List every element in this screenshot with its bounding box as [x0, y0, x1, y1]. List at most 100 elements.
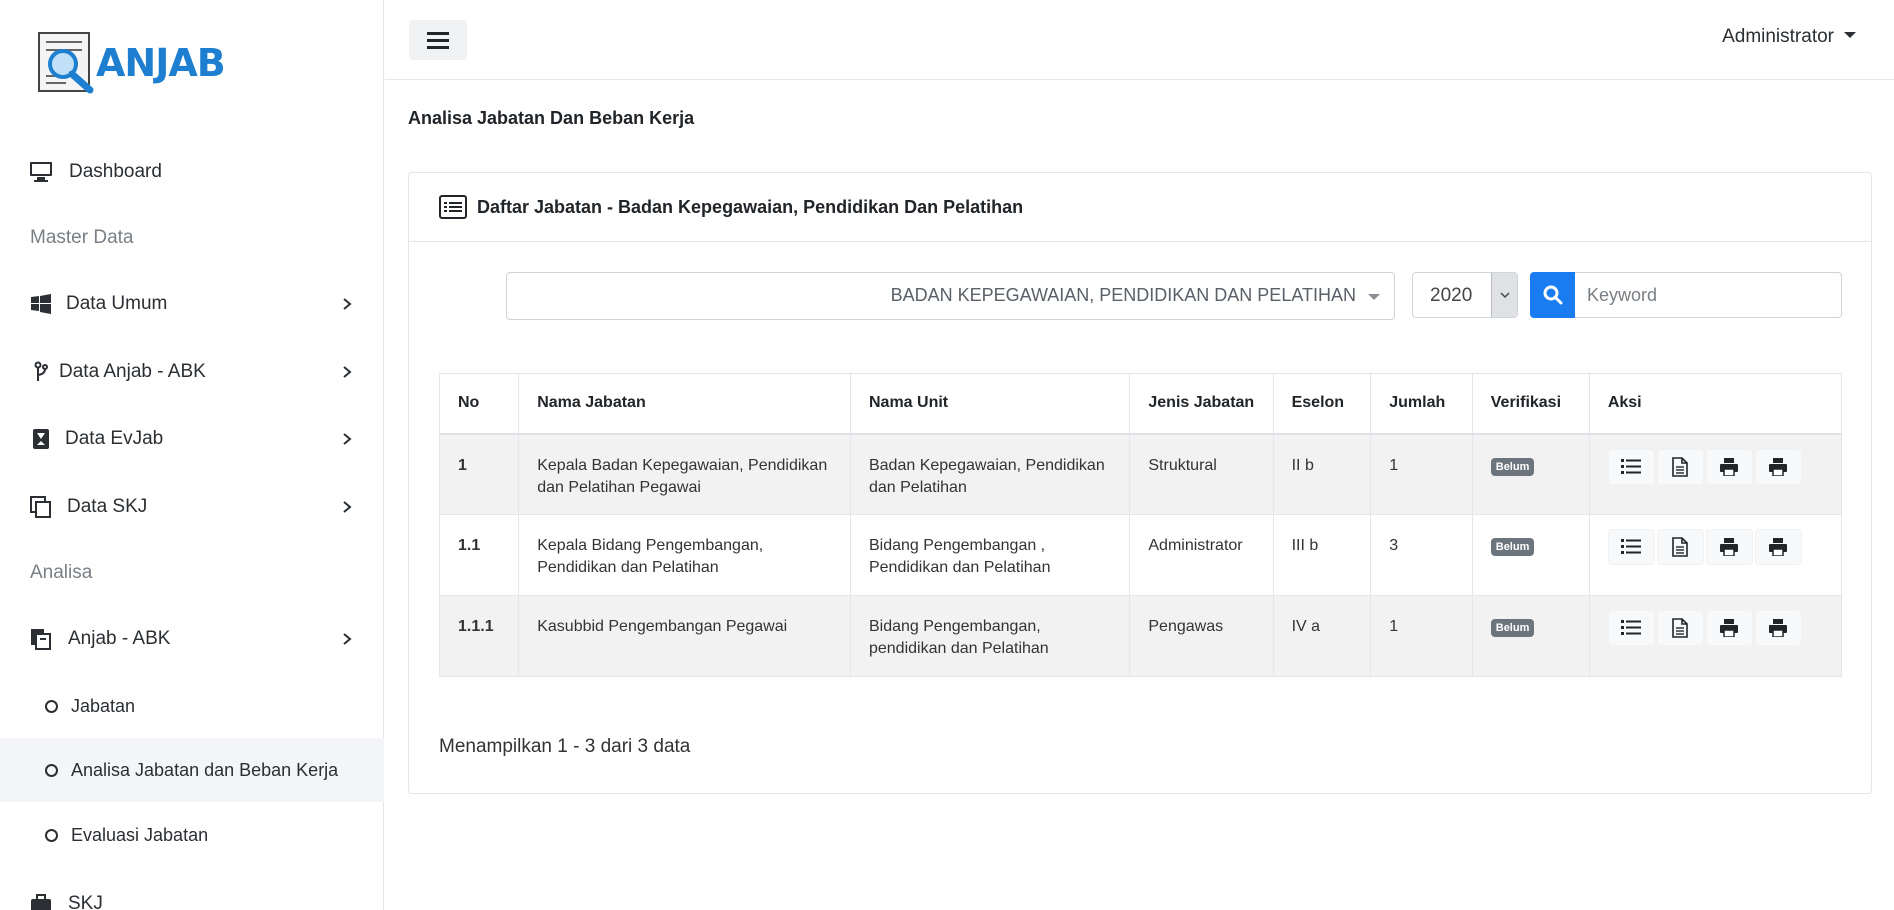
column-header: Aksi: [1588, 373, 1843, 435]
menu-toggle-button[interactable]: [409, 20, 467, 60]
cell-nama-unit: Badan Kepegawaian, Pendidikan dan Pelati…: [849, 433, 1131, 515]
year-select[interactable]: 2020: [1412, 272, 1518, 318]
cell-jumlah: 1: [1370, 433, 1473, 515]
cell-eselon: II b: [1272, 433, 1372, 515]
cell-verifikasi: Belum: [1471, 514, 1590, 596]
sidebar-item-skj[interactable]: SKJ: [0, 876, 384, 910]
cell-jenis-jabatan: Pengawas: [1129, 595, 1274, 677]
list-ol-icon: [1621, 458, 1642, 474]
cell-eselon: III b: [1272, 514, 1372, 596]
document-button[interactable]: [1656, 448, 1704, 485]
print-button[interactable]: [1705, 610, 1753, 646]
print-icon: [1720, 457, 1739, 476]
search-button[interactable]: [1530, 272, 1575, 318]
page-title: Analisa Jabatan Dan Beban Kerja: [408, 108, 695, 128]
sidebar-subitem-analisa-jabatan[interactable]: Analisa Jabatan dan Beban Kerja: [0, 738, 384, 802]
sidebar-subitem-label: Analisa Jabatan dan Beban Kerja: [71, 759, 339, 780]
list-ol-icon: [1621, 539, 1642, 554]
sidebar-item-label: Data Umum: [66, 293, 168, 314]
cell-nama-unit: Bidang Pengembangan , Pendidikan dan Pel…: [849, 514, 1131, 596]
pagination-info: Menampilkan 1 - 3 dari 3 data: [439, 736, 691, 757]
cell-eselon: IV a: [1272, 595, 1372, 677]
status-badge: Belum: [1490, 457, 1535, 476]
cell-jenis-jabatan: Administrator: [1129, 514, 1274, 596]
cell-aksi: [1588, 514, 1843, 596]
copy-icon: [28, 494, 54, 520]
print-icon: [1720, 619, 1739, 637]
column-header: Jenis Jabatan: [1129, 373, 1274, 435]
cell-nama-jabatan: Kepala Bidang Pengembangan, Pendidikan d…: [518, 514, 851, 596]
table-row: 1.1.1 Kasubbid Pengembangan Pegawai Bida…: [438, 595, 1843, 677]
sidebar-item-data-skj[interactable]: Data SKJ: [0, 479, 384, 535]
circle-icon: [45, 763, 58, 777]
monitor-icon: [28, 159, 54, 185]
document-button[interactable]: [1656, 610, 1704, 646]
cell-nama-jabatan: Kepala Badan Kepegawaian, Pendidikan dan…: [518, 433, 851, 515]
card-title: Daftar Jabatan - Badan Kepegawaian, Pend…: [477, 197, 1024, 217]
sidebar-subitem-jabatan[interactable]: Jabatan: [0, 674, 384, 738]
sidebar-item-data-umum[interactable]: Data Umum: [0, 276, 384, 332]
print-abk-button[interactable]: [1754, 448, 1802, 485]
document-button[interactable]: [1656, 529, 1704, 565]
sidebar-item-label: Data Anjab - ABK: [59, 361, 206, 382]
column-header: Nama Unit: [849, 373, 1131, 435]
cell-verifikasi: Belum: [1471, 595, 1590, 677]
print-abk-button[interactable]: [1754, 610, 1802, 646]
cell-no: 1.1.1: [438, 595, 520, 677]
cell-no: 1: [438, 433, 520, 515]
cell-jenis-jabatan: Struktural: [1129, 433, 1274, 515]
unit-select[interactable]: BADAN KEPEGAWAIAN, PENDIDIKAN DAN PELATI…: [506, 272, 1395, 320]
cell-jumlah: 3: [1370, 514, 1473, 596]
chevron-right-icon: [343, 366, 352, 378]
app-logo[interactable]: ANJAB: [36, 30, 226, 96]
detail-button[interactable]: [1607, 610, 1655, 646]
chevron-right-icon: [343, 633, 352, 645]
file-text-icon: [1672, 618, 1689, 638]
detail-button[interactable]: [1607, 448, 1655, 485]
chevron-right-icon: [343, 298, 352, 310]
sidebar-item-label: SKJ: [68, 893, 103, 910]
table-row: 1.1 Kepala Bidang Pengembangan, Pendidik…: [438, 514, 1843, 596]
sidebar-item-label: Data SKJ: [67, 496, 148, 517]
hourglass-icon: [28, 426, 54, 452]
column-header: Jumlah: [1370, 373, 1473, 435]
cell-aksi: [1588, 595, 1843, 677]
column-header: Eselon: [1272, 373, 1372, 435]
list-alt-icon: [439, 195, 467, 219]
list-ol-icon: [1621, 620, 1642, 635]
user-menu[interactable]: Administrator: [1722, 26, 1856, 48]
file-text-icon: [1672, 456, 1689, 477]
logo-document-magnifier-icon: [36, 30, 102, 96]
sidebar-subitem-evaluasi-jabatan[interactable]: Evaluasi Jabatan: [0, 803, 384, 867]
year-dropdown-button[interactable]: [1491, 273, 1517, 317]
sidebar-item-dashboard[interactable]: Dashboard: [0, 144, 384, 200]
caret-down-icon: [1844, 32, 1856, 38]
user-name: Administrator: [1722, 26, 1834, 47]
caret-down-icon: [1368, 294, 1380, 300]
print-button[interactable]: [1705, 529, 1753, 565]
chevron-down-icon: [1499, 292, 1510, 299]
code-branch-icon: [28, 359, 54, 385]
logo-text: ANJAB: [96, 41, 226, 85]
sidebar-item-data-anjab-abk[interactable]: Data Anjab - ABK: [0, 344, 384, 400]
year-select-value: 2020: [1430, 285, 1473, 306]
search-input[interactable]: [1575, 272, 1842, 318]
detail-button[interactable]: [1607, 529, 1655, 565]
print-button[interactable]: [1705, 448, 1753, 485]
sidebar-item-data-evjab[interactable]: Data EvJab: [0, 411, 384, 467]
print-icon: [1769, 457, 1788, 476]
status-badge: Belum: [1490, 538, 1535, 556]
job-table: No Nama Jabatan Nama Unit Jenis Jabatan …: [438, 373, 1843, 677]
column-header: No: [438, 373, 520, 435]
file-text-icon: [1672, 537, 1689, 557]
print-icon: [1769, 538, 1788, 556]
sidebar-item-anjab-abk[interactable]: Anjab - ABK: [0, 611, 384, 667]
sidebar-item-label: Anjab - ABK: [68, 628, 171, 649]
cell-aksi: [1588, 433, 1843, 515]
cell-nama-jabatan: Kasubbid Pengembangan Pegawai: [518, 595, 851, 677]
windows-icon: [28, 291, 54, 317]
sidebar-subitem-label: Evaluasi Jabatan: [71, 824, 209, 845]
sidebar-subitem-label: Jabatan: [71, 695, 136, 716]
column-header: Nama Jabatan: [518, 373, 851, 435]
print-abk-button[interactable]: [1754, 529, 1802, 565]
